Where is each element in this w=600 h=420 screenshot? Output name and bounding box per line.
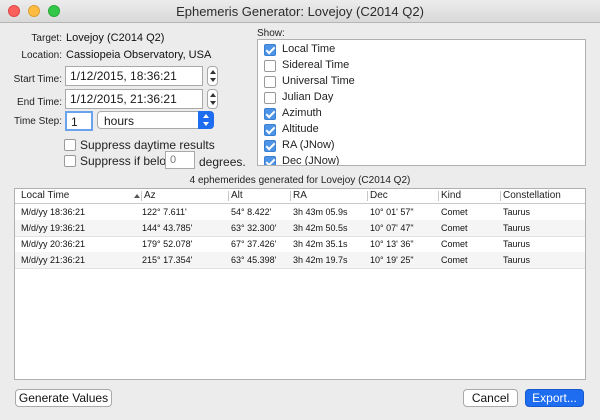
chevron-down-icon	[210, 78, 216, 82]
show-item-label: Azimuth	[282, 107, 322, 119]
suppress-daytime-label: Suppress daytime results	[80, 138, 215, 152]
suppress-below-degrees-field[interactable]	[165, 151, 195, 169]
column-header-alt[interactable]: Alt	[231, 190, 243, 201]
target-value: Lovejoy (C2014 Q2)	[66, 32, 165, 44]
column-header-dec[interactable]: Dec	[370, 190, 388, 201]
cell-constellation: Taurus	[503, 223, 531, 233]
suppress-below-checkbox[interactable]	[64, 155, 76, 167]
cell-kind: Comet	[441, 255, 468, 265]
cell-alt: 63° 45.398'	[231, 255, 277, 265]
cell-kind: Comet	[441, 239, 468, 249]
cell-dec: 10° 13' 36"	[370, 239, 414, 249]
show-item-label: Sidereal Time	[282, 59, 350, 71]
cell-alt: 54° 8.422'	[231, 207, 272, 217]
degrees-unit-label: degrees.	[199, 155, 246, 169]
cell-alt: 63° 32.300'	[231, 223, 277, 233]
export-button[interactable]: Export...	[525, 389, 584, 407]
checkbox-checked[interactable]	[264, 124, 276, 136]
cell-constellation: Taurus	[503, 207, 531, 217]
checkbox-checked[interactable]	[264, 108, 276, 120]
cell-local-time: M/d/yy 21:36:21	[21, 255, 86, 265]
show-item-label: Local Time	[282, 43, 336, 55]
chevron-up-icon	[210, 93, 216, 97]
show-label: Show:	[257, 28, 285, 39]
cell-constellation: Taurus	[503, 255, 531, 265]
cell-alt: 67° 37.426'	[231, 239, 277, 249]
end-time-field[interactable]: 1/12/2015, 21:36:21	[65, 89, 203, 109]
table-header: Local Time Az Alt RA Dec Kind Constellat…	[15, 189, 585, 204]
cell-dec: 10° 01' 57"	[370, 207, 414, 217]
table-row[interactable]: M/d/yy 19:36:21 144° 43.785' 63° 32.300'…	[15, 220, 585, 237]
cell-local-time: M/d/yy 18:36:21	[21, 207, 86, 217]
show-item-label: RA (JNow)	[282, 139, 335, 151]
cell-kind: Comet	[441, 223, 468, 233]
start-time-stepper[interactable]	[207, 66, 218, 86]
cell-az: 122° 7.611'	[142, 207, 187, 217]
time-step-unit-popup[interactable]: hours	[97, 111, 214, 129]
checkbox-unchecked[interactable]	[264, 92, 276, 104]
cell-ra: 3h 42m 50.5s	[293, 223, 348, 233]
ephemeris-window: Ephemeris Generator: Lovejoy (C2014 Q2) …	[0, 0, 600, 420]
time-step-unit-value: hours	[104, 114, 135, 128]
table-row[interactable]: M/d/yy 20:36:21 179° 52.078' 67° 37.426'…	[15, 236, 585, 253]
location-label: Location:	[21, 50, 62, 61]
checkbox-checked[interactable]	[264, 44, 276, 56]
results-table[interactable]: Local Time Az Alt RA Dec Kind Constellat…	[14, 188, 586, 380]
cell-dec: 10° 07' 47"	[370, 223, 414, 233]
generate-values-button[interactable]: Generate Values	[15, 389, 112, 407]
cell-ra: 3h 42m 35.1s	[293, 239, 348, 249]
start-time-field[interactable]: 1/12/2015, 18:36:21	[65, 66, 203, 86]
target-label: Target:	[31, 33, 62, 44]
show-item-label: Altitude	[282, 123, 319, 135]
column-header-kind[interactable]: Kind	[441, 190, 461, 201]
checkbox-checked[interactable]	[264, 140, 276, 152]
location-value: Cassiopeia Observatory, USA	[66, 49, 212, 61]
column-header-constellation[interactable]: Constellation	[503, 190, 561, 201]
cell-ra: 3h 43m 05.9s	[293, 207, 348, 217]
show-item-label: Dec (JNow)	[282, 155, 340, 166]
chevron-up-icon	[210, 70, 216, 74]
cell-local-time: M/d/yy 20:36:21	[21, 239, 86, 249]
start-time-label: Start Time:	[13, 74, 62, 85]
show-columns-list[interactable]: Local Time Sidereal Time Universal Time …	[257, 39, 586, 166]
sort-ascending-icon	[134, 194, 140, 198]
checkbox-unchecked[interactable]	[264, 76, 276, 88]
column-header-az[interactable]: Az	[144, 190, 156, 201]
table-row[interactable]: M/d/yy 18:36:21 122° 7.611' 54° 8.422' 3…	[15, 204, 585, 221]
end-time-label: End Time:	[16, 97, 62, 108]
time-step-label: Time Step:	[14, 116, 62, 127]
window-title: Ephemeris Generator: Lovejoy (C2014 Q2)	[176, 4, 424, 19]
cell-az: 144° 43.785'	[142, 223, 193, 233]
checkbox-checked[interactable]	[264, 156, 276, 165]
show-item-label: Julian Day	[282, 91, 334, 103]
popup-arrows-icon	[198, 111, 214, 129]
cell-az: 179° 52.078'	[142, 239, 193, 249]
cell-kind: Comet	[441, 207, 468, 217]
end-time-stepper[interactable]	[207, 89, 218, 109]
results-status: 4 ephemerides generated for Lovejoy (C20…	[189, 175, 411, 186]
time-step-field[interactable]: 1	[65, 111, 93, 131]
suppress-daytime-checkbox[interactable]	[64, 139, 76, 151]
column-header-local-time[interactable]: Local Time	[21, 190, 69, 201]
show-item-label: Universal Time	[282, 75, 355, 87]
checkbox-unchecked[interactable]	[264, 60, 276, 72]
cell-dec: 10° 19' 25"	[370, 255, 414, 265]
cancel-button[interactable]: Cancel	[463, 389, 518, 407]
chevron-down-icon	[210, 101, 216, 105]
cell-ra: 3h 42m 19.7s	[293, 255, 348, 265]
cell-az: 215° 17.354'	[142, 255, 193, 265]
title-bar: Ephemeris Generator: Lovejoy (C2014 Q2)	[0, 0, 600, 23]
column-header-ra[interactable]: RA	[293, 190, 307, 201]
cell-constellation: Taurus	[503, 239, 531, 249]
table-row[interactable]: M/d/yy 21:36:21 215° 17.354' 63° 45.398'…	[15, 252, 585, 269]
cell-local-time: M/d/yy 19:36:21	[21, 223, 86, 233]
suppress-below-label: Suppress if below	[80, 154, 175, 168]
